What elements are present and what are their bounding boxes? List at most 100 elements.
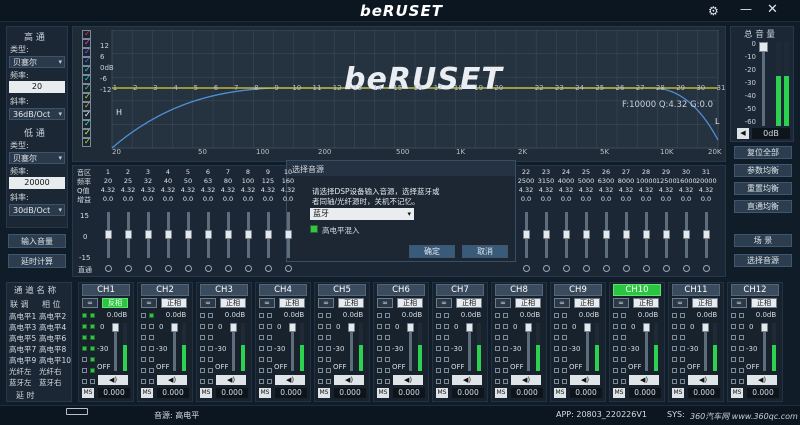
routing-checkbox[interactable]: [621, 357, 626, 362]
routing-checkbox[interactable]: [141, 357, 146, 362]
routing-checkbox[interactable]: [267, 335, 272, 340]
routing-checkbox[interactable]: [739, 335, 744, 340]
eq-band-freq[interactable]: 5000: [576, 177, 596, 185]
routing-checkbox[interactable]: [731, 379, 736, 384]
routing-checkbox[interactable]: [613, 379, 618, 384]
routing-checkbox[interactable]: [621, 324, 626, 329]
routing-checkbox[interactable]: [326, 335, 331, 340]
eq-band-q[interactable]: 4.32: [516, 186, 536, 194]
eq-band-freq[interactable]: 6300: [596, 177, 616, 185]
eq-band-gain[interactable]: 0.0: [218, 195, 238, 203]
routing-checkbox[interactable]: [149, 346, 154, 351]
routing-checkbox[interactable]: [680, 379, 685, 384]
routing-checkbox[interactable]: [680, 335, 685, 340]
eq-band-gain[interactable]: 0.0: [516, 195, 536, 203]
routing-checkbox[interactable]: [672, 324, 677, 329]
routing-checkbox[interactable]: [672, 357, 677, 362]
eq-fader-knob[interactable]: [185, 230, 192, 239]
eq-band-gain[interactable]: 0.0: [656, 195, 676, 203]
eq-bypass-toggle[interactable]: [205, 265, 212, 272]
minimize-icon[interactable]: —: [740, 2, 752, 16]
routing-checkbox[interactable]: [731, 346, 736, 351]
channel-header[interactable]: CH5: [318, 284, 366, 296]
eq-bypass-toggle[interactable]: [125, 265, 132, 272]
routing-checkbox[interactable]: [554, 379, 559, 384]
link-icon[interactable]: ∞: [613, 298, 629, 308]
routing-checkbox[interactable]: [90, 313, 95, 318]
routing-checkbox[interactable]: [318, 357, 323, 362]
routing-checkbox[interactable]: [444, 346, 449, 351]
phase-toggle[interactable]: 正相: [574, 298, 600, 308]
eq-band-gain[interactable]: 0.0: [198, 195, 218, 203]
routing-checkbox[interactable]: [326, 379, 331, 384]
ms-toggle[interactable]: MS: [259, 388, 271, 398]
channel-delay-value[interactable]: 0.000: [511, 388, 543, 398]
eq-band-q[interactable]: 4.32: [138, 186, 158, 194]
eq-fader-knob[interactable]: [285, 230, 292, 239]
routing-checkbox[interactable]: [436, 313, 441, 318]
eq-band-gain[interactable]: 0.0: [536, 195, 556, 203]
routing-checkbox[interactable]: [200, 324, 205, 329]
routing-checkbox[interactable]: [82, 346, 87, 351]
routing-checkbox[interactable]: [267, 357, 272, 362]
eq-band-q[interactable]: 4.32: [596, 186, 616, 194]
ms-toggle[interactable]: MS: [613, 388, 625, 398]
routing-checkbox[interactable]: [495, 324, 500, 329]
eq-band-freq[interactable]: 63: [198, 177, 218, 185]
routing-checkbox[interactable]: [377, 368, 382, 373]
eq-fader-knob[interactable]: [663, 230, 670, 239]
routing-checkbox[interactable]: [680, 368, 685, 373]
routing-checkbox[interactable]: [436, 379, 441, 384]
eq-band-gain[interactable]: 0.0: [158, 195, 178, 203]
routing-checkbox[interactable]: [318, 379, 323, 384]
eq-band-freq[interactable]: 10000: [636, 177, 657, 185]
eq-band-gain[interactable]: 0.0: [178, 195, 198, 203]
routing-checkbox[interactable]: [554, 357, 559, 362]
eq-band-gain[interactable]: 0.0: [596, 195, 616, 203]
routing-checkbox[interactable]: [82, 357, 87, 362]
ms-toggle[interactable]: MS: [200, 388, 212, 398]
routing-checkbox[interactable]: [267, 368, 272, 373]
routing-checkbox[interactable]: [377, 335, 382, 340]
routing-checkbox[interactable]: [731, 324, 736, 329]
eq-fader-knob[interactable]: [245, 230, 252, 239]
routing-checkbox[interactable]: [672, 313, 677, 318]
speaker-icon[interactable]: ◀): [570, 375, 600, 385]
eq-band-q[interactable]: 4.32: [696, 186, 716, 194]
channel-header[interactable]: CH11: [672, 284, 720, 296]
eq-band-freq[interactable]: 50: [178, 177, 198, 185]
routing-checkbox[interactable]: [495, 379, 500, 384]
phase-toggle[interactable]: 反相: [102, 298, 128, 308]
channel-fader-knob[interactable]: [702, 323, 709, 332]
eq-band-q[interactable]: 4.32: [98, 186, 118, 194]
delay-calc-button[interactable]: 延时计算: [8, 254, 66, 268]
eq-bypass-toggle[interactable]: [543, 265, 550, 272]
channel-header[interactable]: CH3: [200, 284, 248, 296]
eq-bypass-toggle[interactable]: [225, 265, 232, 272]
routing-checkbox[interactable]: [495, 368, 500, 373]
routing-checkbox[interactable]: [739, 313, 744, 318]
eq-fader-knob[interactable]: [145, 230, 152, 239]
gear-icon[interactable]: ⚙: [708, 4, 719, 18]
routing-checkbox[interactable]: [326, 346, 331, 351]
speaker-icon[interactable]: ◀): [511, 375, 541, 385]
link-icon[interactable]: ∞: [259, 298, 275, 308]
routing-checkbox[interactable]: [680, 313, 685, 318]
routing-checkbox[interactable]: [149, 324, 154, 329]
routing-checkbox[interactable]: [680, 324, 685, 329]
channel-fader-knob[interactable]: [584, 323, 591, 332]
routing-checkbox[interactable]: [259, 335, 264, 340]
eq-band-q[interactable]: 4.32: [636, 186, 656, 194]
lp-slope-select[interactable]: 30dB/Oct ▾: [9, 204, 65, 216]
routing-checkbox[interactable]: [613, 357, 618, 362]
eq-band-q[interactable]: 4.32: [238, 186, 258, 194]
routing-checkbox[interactable]: [318, 313, 323, 318]
routing-checkbox[interactable]: [82, 379, 87, 384]
routing-checkbox[interactable]: [739, 379, 744, 384]
routing-checkbox[interactable]: [444, 368, 449, 373]
routing-checkbox[interactable]: [739, 324, 744, 329]
routing-checkbox[interactable]: [680, 346, 685, 351]
routing-checkbox[interactable]: [208, 346, 213, 351]
lp-type-select[interactable]: 贝塞尔 ▾: [9, 152, 65, 164]
routing-checkbox[interactable]: [326, 357, 331, 362]
